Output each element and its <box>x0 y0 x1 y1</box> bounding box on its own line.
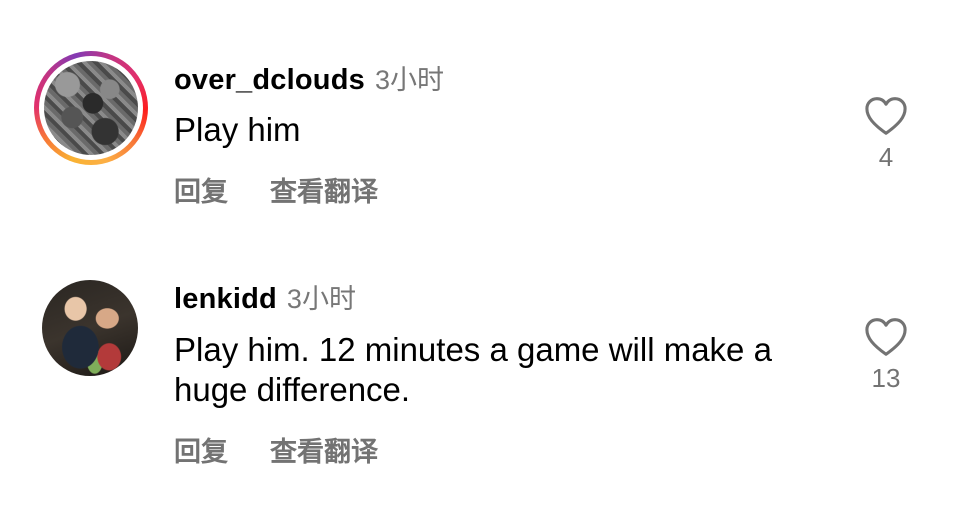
like-count: 13 <box>871 363 901 393</box>
heart-outline-icon <box>865 318 907 356</box>
like-count: 4 <box>878 142 894 172</box>
timestamp: 3小时 <box>374 65 444 95</box>
see-translation-button[interactable]: 查看翻译 <box>270 177 378 207</box>
comment-header: lenkidd 3小时 <box>174 277 356 316</box>
avatar[interactable] <box>34 51 148 165</box>
comment-text: Play him. 12 minutes a game will make a … <box>174 331 772 408</box>
username[interactable]: lenkidd <box>174 283 277 315</box>
avatar-image <box>44 61 138 155</box>
comment-item: over_dclouds 3小时 Play him 回复 查看翻译 4 <box>0 0 960 240</box>
avatar[interactable] <box>42 280 138 376</box>
comment-actions: 回复 查看翻译 <box>174 430 378 469</box>
comment-item: lenkidd 3小时 Play him. 12 minutes a game w… <box>0 240 960 513</box>
heart-outline-icon <box>865 97 907 135</box>
like-button[interactable]: 4 <box>862 96 910 173</box>
comment-actions: 回复 查看翻译 <box>174 170 378 209</box>
comment-text: Play him <box>174 111 301 148</box>
see-translation-button[interactable]: 查看翻译 <box>270 437 378 467</box>
username[interactable]: over_dclouds <box>174 64 365 96</box>
timestamp: 3小时 <box>286 284 356 314</box>
comment-header: over_dclouds 3小时 <box>174 58 444 97</box>
reply-button[interactable]: 回复 <box>174 437 228 467</box>
reply-button[interactable]: 回复 <box>174 177 228 207</box>
like-button[interactable]: 13 <box>862 317 910 394</box>
